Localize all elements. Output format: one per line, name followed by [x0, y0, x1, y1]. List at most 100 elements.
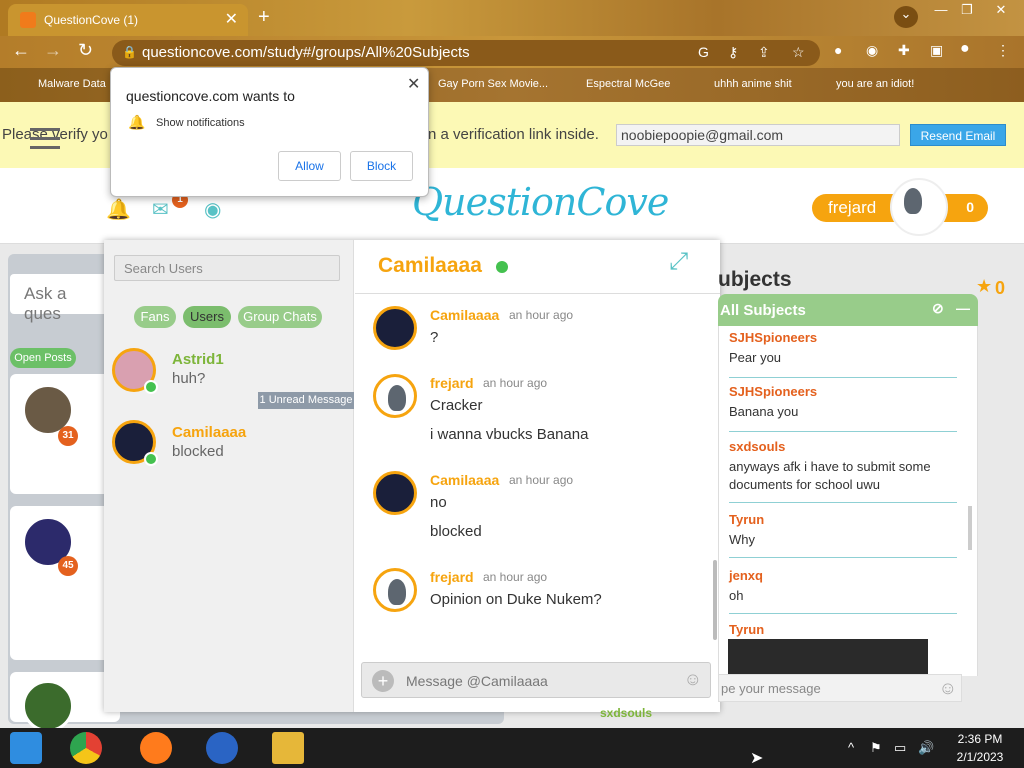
share-icon[interactable]: ⇪ — [758, 44, 770, 61]
firefox-icon[interactable] — [140, 732, 172, 764]
subjects-input-placeholder: pe your message — [721, 681, 821, 696]
chat-scrollbar[interactable] — [713, 560, 717, 640]
search-users-input[interactable]: Search Users — [114, 255, 340, 281]
list-item: SJHSpioneers Pear you — [729, 330, 957, 378]
restore-button[interactable]: ❐ — [956, 2, 978, 20]
bookmark-item[interactable]: uhhh anime shit — [714, 78, 792, 90]
subject-user[interactable]: Tyrun — [729, 622, 957, 637]
post-author[interactable]: sxdsouls — [600, 706, 652, 720]
chat-message: frejard an hour ago Cracker i wanna vbuc… — [373, 374, 693, 450]
key-icon[interactable]: ⚷ — [728, 44, 738, 61]
message-text: i wanna vbucks Banana — [430, 426, 589, 443]
message-text: no — [430, 494, 447, 511]
extension-icon[interactable]: ● — [834, 42, 842, 58]
clock-date: 2/1/2023 — [956, 750, 1004, 764]
tab-search-button[interactable]: ⌄ — [894, 6, 918, 28]
chrome-icon[interactable] — [70, 732, 102, 764]
message-author: Camilaaaa — [430, 307, 500, 323]
hide-eye-icon[interactable]: ⊘ — [932, 300, 944, 317]
bookmark-item[interactable]: Espectral McGee — [586, 78, 670, 90]
allow-button[interactable]: Allow — [278, 151, 341, 181]
online-indicator — [144, 380, 158, 394]
bookmark-item[interactable]: Gay Porn Sex Movie... — [438, 78, 548, 90]
tray-arrow-icon[interactable]: ^ — [848, 740, 854, 755]
emoji-icon[interactable]: ☺ — [939, 678, 957, 699]
url-text: questioncove.com/study#/groups/All%20Sub… — [142, 44, 470, 61]
shared-image[interactable] — [728, 639, 928, 675]
contact-item[interactable]: Camilaaaa blocked — [112, 420, 352, 470]
unread-badge: 1 Unread Message — [258, 392, 354, 409]
puzzle-icon[interactable]: ✚ — [898, 42, 910, 59]
tab-group-chats[interactable]: Group Chats — [238, 306, 322, 328]
bookmark-item[interactable]: Malware Data — [38, 78, 106, 90]
minimize-icon[interactable]: — — [956, 300, 970, 316]
message-time: an hour ago — [509, 473, 574, 487]
resend-email-button[interactable]: Resend Email — [910, 124, 1006, 146]
sidebar-icon[interactable]: ▣ — [930, 42, 943, 59]
clock-time: 2:36 PM — [957, 732, 1003, 746]
username: frejard — [828, 198, 877, 217]
user-avatar[interactable] — [890, 178, 948, 236]
account-icon[interactable]: ● — [960, 40, 970, 58]
tab-users[interactable]: Users — [183, 306, 231, 328]
subject-user[interactable]: Tyrun — [729, 512, 957, 527]
contact-last-message: blocked — [172, 443, 224, 460]
site-logo[interactable]: QuestionCove — [412, 180, 669, 224]
file-explorer-icon[interactable] — [272, 732, 304, 764]
profile-ext-icon[interactable]: ◉ — [866, 42, 878, 59]
app-icon[interactable] — [206, 732, 238, 764]
message-input[interactable]: + Message @Camilaaaa ☺ — [361, 662, 711, 698]
address-bar[interactable]: 🔒 questioncove.com/study#/groups/All%20S… — [112, 40, 820, 66]
list-item: SJHSpioneers Banana you — [729, 384, 957, 432]
flag-icon[interactable]: ⚑ — [870, 740, 882, 756]
minimize-button[interactable]: — — [930, 2, 952, 20]
system-clock[interactable]: 2:36 PM 2/1/2023 — [948, 732, 1012, 764]
message-text: ? — [430, 329, 439, 346]
network-icon[interactable]: ▭ — [894, 740, 906, 756]
lock-icon: 🔒 — [122, 45, 137, 59]
forward-icon[interactable]: → — [44, 40, 62, 61]
subject-user[interactable]: SJHSpioneers — [729, 384, 957, 399]
start-icon[interactable] — [10, 732, 42, 764]
online-indicator — [496, 261, 508, 273]
open-posts-tab[interactable]: Open Posts — [10, 348, 76, 368]
google-icon[interactable]: G — [698, 44, 709, 60]
close-window-button[interactable]: ✕ — [990, 2, 1012, 20]
close-icon[interactable]: ✕ — [407, 74, 420, 94]
reload-icon[interactable]: ↻ — [78, 40, 93, 61]
post-badge: 31 — [58, 426, 78, 446]
plus-icon[interactable]: + — [372, 670, 394, 692]
all-subjects-header[interactable]: All Subjects ⊘ — — [718, 294, 978, 326]
contact-item[interactable]: Astrid1 huh? — [112, 348, 352, 398]
emoji-icon[interactable]: ☺ — [684, 669, 702, 690]
message-text: blocked — [430, 523, 482, 540]
new-tab-button[interactable]: + — [258, 6, 270, 29]
message-avatar — [373, 306, 417, 350]
subject-user[interactable]: jenxq — [729, 568, 957, 583]
post-avatar[interactable] — [22, 680, 74, 732]
bookmark-star-icon[interactable]: ☆ — [792, 44, 805, 61]
volume-icon[interactable]: 🔊 — [918, 740, 934, 756]
subjects-message-input[interactable]: pe your message ☺ — [718, 674, 962, 702]
close-tab-icon[interactable]: ✕ — [225, 9, 238, 29]
bell-icon: 🔔 — [128, 114, 146, 130]
message-text: Opinion on Duke Nukem? — [430, 591, 602, 608]
tab-title: QuestionCove (1) — [44, 13, 139, 27]
chat-message: Camilaaaa an hour ago no blocked — [373, 471, 693, 547]
browser-tab[interactable]: QuestionCove (1) ✕ — [8, 4, 248, 36]
menu-icon[interactable]: ⋮ — [996, 42, 1010, 59]
bookmark-item[interactable]: you are an idiot! — [836, 78, 914, 90]
email-field[interactable]: noobiepoopie@gmail.com — [616, 124, 900, 146]
tab-fans[interactable]: Fans — [134, 306, 176, 328]
subjects-scrollbar[interactable] — [968, 506, 972, 550]
block-button[interactable]: Block — [350, 151, 413, 181]
expand-icon[interactable]: ⤢ — [669, 248, 688, 276]
mail-icon[interactable]: ✉ — [152, 197, 169, 222]
bell-icon[interactable]: 🔔 — [106, 197, 131, 222]
back-icon[interactable]: ← — [12, 40, 30, 61]
hamburger-menu-icon[interactable] — [30, 128, 60, 152]
subject-user[interactable]: SJHSpioneers — [729, 330, 957, 345]
subject-user[interactable]: sxdsouls — [729, 439, 957, 454]
profile-icon[interactable]: ◉ — [204, 197, 221, 222]
popup-title: questioncove.com wants to — [126, 88, 295, 104]
